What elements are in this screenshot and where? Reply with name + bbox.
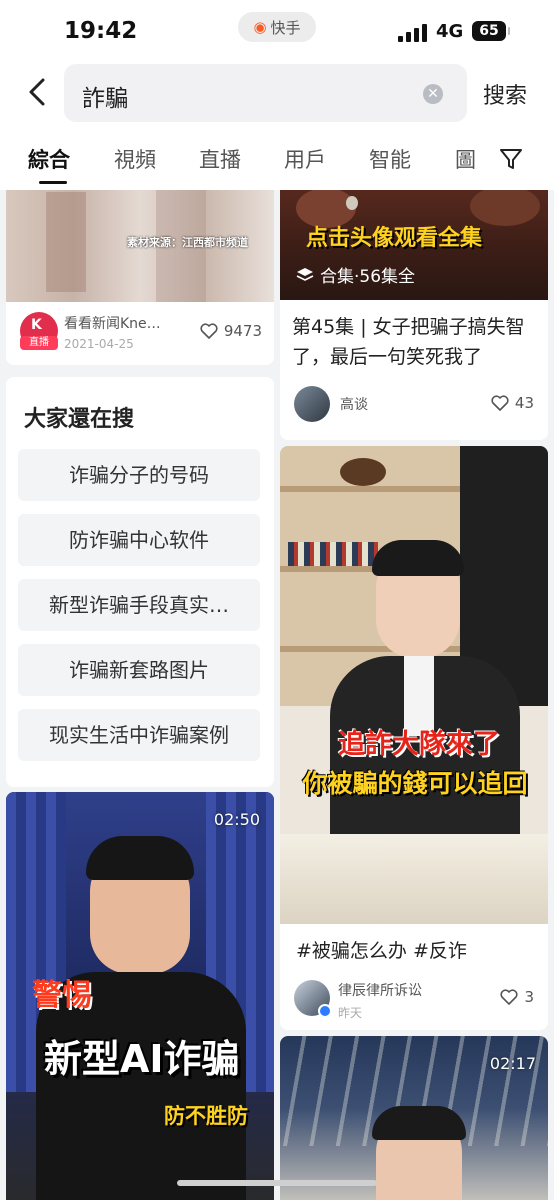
open-book bbox=[280, 834, 548, 924]
network-type: 4G bbox=[436, 21, 464, 42]
app-name: 快手 bbox=[270, 18, 301, 37]
overlay-line-1: 追詐大隊來了 bbox=[338, 729, 500, 760]
related-search-chip[interactable]: 现实生活中诈骗案例 bbox=[18, 709, 260, 761]
overlay-subline: 防不胜防 bbox=[164, 1104, 248, 1128]
author-name[interactable]: 看看新闻Kne… bbox=[64, 313, 161, 333]
calligraphy-video-card[interactable]: 02:17 bbox=[280, 1036, 548, 1200]
clock: 19:42 bbox=[64, 18, 138, 44]
video-title: 第45集 | 女子把骗子搞失智了，最后一句笑死我了 bbox=[292, 316, 525, 368]
related-search-chip[interactable]: 诈骗分子的号码 bbox=[18, 449, 260, 501]
search-input[interactable]: 詐騙 ✕ bbox=[64, 64, 467, 122]
app-indicator[interactable]: ◉ 快手 bbox=[238, 12, 316, 42]
video-thumbnail: 追詐大隊來了 你被騙的錢可以追回 bbox=[280, 446, 548, 924]
back-arrow-icon[interactable] bbox=[22, 76, 54, 108]
like-count: 9473 bbox=[223, 322, 262, 340]
watch-icon bbox=[346, 196, 358, 210]
related-search-chip[interactable]: 新型诈骗手段真实… bbox=[18, 579, 260, 631]
like-count: 3 bbox=[524, 988, 534, 1006]
tab-all[interactable]: 綜合 bbox=[28, 144, 70, 174]
video-duration: 02:50 bbox=[213, 810, 260, 829]
related-search-chip[interactable]: 防诈骗中心软件 bbox=[18, 514, 260, 566]
thumbnail-caption: 素材来源：江西都市频道 bbox=[127, 236, 248, 249]
like-counter[interactable]: 3 bbox=[500, 988, 534, 1006]
search-query: 詐騙 bbox=[82, 86, 128, 112]
search-button[interactable]: 搜索 bbox=[483, 78, 527, 110]
overlay-headline: 新型AI诈骗 bbox=[44, 1037, 240, 1081]
heart-icon bbox=[200, 323, 218, 339]
like-counter[interactable]: 43 bbox=[491, 394, 534, 412]
video-thumbnail: 素材来源：江西都市频道 bbox=[6, 190, 274, 302]
overlay-title: 点击头像观看全集 bbox=[306, 226, 483, 251]
tab-users[interactable]: 用戶 bbox=[284, 144, 326, 174]
home-indicator[interactable] bbox=[177, 1180, 377, 1186]
post-date: 2021-04-25 bbox=[64, 337, 134, 351]
live-badge: 直播 bbox=[20, 336, 58, 350]
verified-icon bbox=[318, 1004, 332, 1018]
tab-smart[interactable]: 智能 bbox=[369, 144, 411, 174]
post-date: 昨天 bbox=[338, 1006, 363, 1020]
results-feed: 素材来源：江西都市频道 K 直播 看看新闻Kne… 2021-04-25 947… bbox=[0, 190, 554, 1200]
like-count: 43 bbox=[514, 394, 534, 412]
news-video-card[interactable]: 素材来源：江西都市频道 K 直播 看看新闻Kne… 2021-04-25 947… bbox=[6, 190, 274, 365]
related-search-chip[interactable]: 诈骗新套路图片 bbox=[18, 644, 260, 696]
collection-label: 合集·56集全 bbox=[296, 262, 415, 287]
lawyer-video-card[interactable]: 追詐大隊來了 你被騙的錢可以追回 #被骗怎么办 #反诈 律辰律所诉讼 昨天 3 bbox=[280, 446, 548, 1030]
related-searches-card: 大家還在搜 诈骗分子的号码 防诈骗中心软件 新型诈骗手段真实… 诈骗新套路图片 … bbox=[6, 377, 274, 787]
cellular-signal-icon bbox=[398, 24, 427, 42]
author-name[interactable]: 高谈 bbox=[340, 394, 368, 414]
collection-text: 合集·56集全 bbox=[320, 267, 416, 287]
tab-live[interactable]: 直播 bbox=[199, 144, 241, 174]
clear-icon[interactable]: ✕ bbox=[423, 84, 443, 104]
section-title: 大家還在搜 bbox=[24, 407, 135, 432]
series-video-card[interactable]: 点击头像观看全集 合集·56集全 第45集 | 女子把骗子搞失智了，最后一句笑死… bbox=[280, 190, 548, 440]
result-tabs: 綜合 視頻 直播 用戶 智能 圖 bbox=[0, 130, 554, 190]
status-bar: 19:42 ◉ 快手 4G 65 bbox=[0, 0, 554, 62]
tab-videos[interactable]: 視頻 bbox=[114, 144, 156, 174]
overlay-tag: 警惕 bbox=[32, 978, 92, 1013]
heart-icon bbox=[491, 395, 509, 411]
search-header: 詐騙 ✕ 搜索 bbox=[0, 62, 554, 130]
tab-images[interactable]: 圖 bbox=[455, 144, 476, 174]
author-name[interactable]: 律辰律所诉讼 bbox=[338, 980, 422, 1000]
filter-icon[interactable] bbox=[498, 146, 524, 172]
avatar[interactable] bbox=[294, 386, 330, 422]
kuaishou-logo-icon: ◉ bbox=[253, 18, 267, 36]
active-tab-indicator bbox=[39, 181, 67, 184]
avatar[interactable]: K 直播 bbox=[20, 312, 58, 350]
battery-icon: 65 bbox=[472, 21, 510, 41]
ai-scam-video-card[interactable]: 02:50 警惕 新型AI诈骗 防不胜防 bbox=[6, 792, 274, 1200]
heart-icon bbox=[500, 989, 518, 1005]
hashtags[interactable]: #被骗怎么办 #反诈 bbox=[296, 936, 467, 963]
layers-icon bbox=[296, 267, 314, 281]
video-thumbnail: 点击头像观看全集 合集·56集全 bbox=[280, 190, 548, 300]
video-duration: 02:17 bbox=[489, 1054, 536, 1073]
overlay-line-2: 你被騙的錢可以追回 bbox=[302, 769, 528, 798]
like-counter[interactable]: 9473 bbox=[200, 322, 262, 340]
avatar[interactable] bbox=[294, 980, 332, 1018]
